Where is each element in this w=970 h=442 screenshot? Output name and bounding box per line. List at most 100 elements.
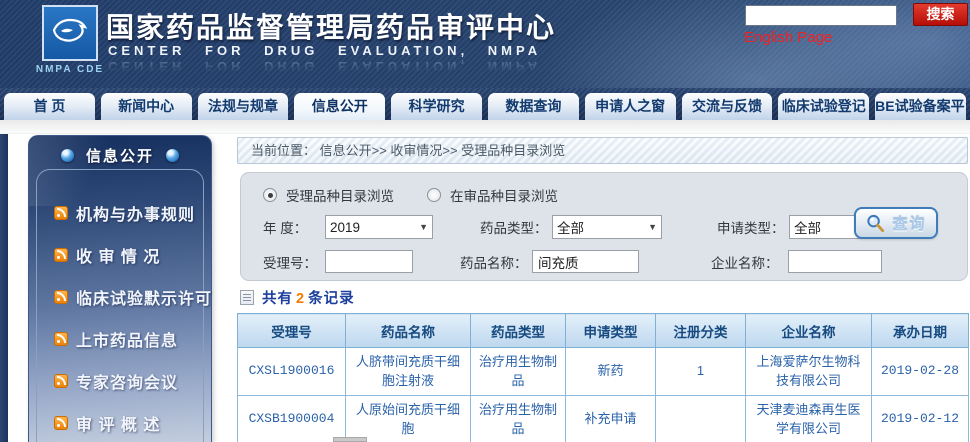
breadcrumb: 当前位置： 信息公开>> 收审情况>> 受理品种目录浏览 <box>237 137 968 164</box>
radio-unselected[interactable] <box>427 188 441 202</box>
nav-tab-item[interactable]: 法规与规章 <box>198 93 289 120</box>
rss-icon <box>54 290 68 304</box>
record-count-line: 共有2条记录 <box>240 287 355 308</box>
sidebar-menu: 机构与办事规则收 审 情 况临床试验默示许可上市药品信息专家咨询会议审 评 概 … <box>36 169 204 442</box>
page: NMPA CDE 国家药品监督管理局药品审评中心 CENTER FOR DRUG… <box>0 0 970 442</box>
radio-label[interactable]: 受理品种目录浏览 <box>286 185 394 205</box>
sidebar-item-label: 收 审 情 况 <box>76 243 160 267</box>
cell-apply-type: 补充申请 <box>566 396 656 442</box>
site-search-button[interactable]: 搜索 <box>913 3 968 26</box>
english-page-link[interactable]: English Page <box>744 29 832 46</box>
rss-icon <box>54 416 68 430</box>
chevron-down-icon: ▼ <box>415 222 428 232</box>
table-header-row: 受理号药品名称药品类型申请类型注册分类企业名称承办日期 <box>238 314 969 348</box>
sidebar-item[interactable]: 审 评 概 述 <box>37 402 203 442</box>
query-button[interactable]: 查询 <box>854 207 938 239</box>
swan-logo-icon <box>51 16 89 46</box>
cell-company: 天津麦迪森再生医学有限公司 <box>746 396 872 442</box>
column-header: 受理号 <box>238 314 346 348</box>
site-search-input[interactable] <box>745 5 897 26</box>
table-row: CXSL1900016人脐带间充质干细胞注射液治疗用生物制品新药1上海爱萨尔生物… <box>238 348 969 396</box>
rss-icon <box>54 374 68 388</box>
sidebar-item-label: 专家咨询会议 <box>76 369 178 393</box>
cell-drug-name: 人脐带间充质干细胞注射液 <box>346 348 471 396</box>
apply-type-label: 申请类型： <box>717 217 789 237</box>
nmpa-cde-logo <box>42 5 98 61</box>
radio-label[interactable]: 在审品种目录浏览 <box>450 185 558 205</box>
drug-type-label: 药品类型： <box>480 217 552 237</box>
orb-icon <box>61 149 74 162</box>
sidebar-item-label: 机构与办事规则 <box>76 201 195 225</box>
nav-tab-item[interactable]: 科学研究 <box>391 93 482 120</box>
cell-accept-no: CXSL1900016 <box>238 348 346 396</box>
cell-drug-name: 人原始间充质干细胞 <box>346 396 471 442</box>
nav-tab-item[interactable]: 临床试验登记 <box>778 93 869 120</box>
column-header: 注册分类 <box>656 314 746 348</box>
site-header: NMPA CDE 国家药品监督管理局药品审评中心 CENTER FOR DRUG… <box>0 0 970 88</box>
radio-selected[interactable] <box>263 188 277 202</box>
accept-no-label: 受理号： <box>263 252 325 272</box>
nav-tab-item[interactable]: 交流与反馈 <box>682 93 773 120</box>
drug-name-input[interactable] <box>532 250 639 273</box>
nav-tab-active[interactable]: 信息公开 <box>294 93 385 120</box>
magnifier-icon <box>865 213 886 234</box>
nav-tab-item[interactable]: 首 页 <box>4 93 95 120</box>
company-input[interactable] <box>788 250 882 273</box>
record-count-text: 共有2条记录 <box>262 287 355 308</box>
site-title-reflection: CENTER FOR DRUG EVALUATION, NMPA <box>108 59 541 74</box>
column-header: 申请类型 <box>566 314 656 348</box>
column-header: 承办日期 <box>872 314 969 348</box>
record-count-number: 2 <box>293 291 308 307</box>
nav-tab-item[interactable]: 新闻中心 <box>101 93 192 120</box>
orb-icon <box>166 149 179 162</box>
drug-type-select[interactable]: 全部▼ <box>552 215 662 239</box>
sidebar-item-label: 上市药品信息 <box>76 327 178 351</box>
cell-accept-no: CXSB1900004 <box>238 396 346 442</box>
cell-reg-class: 1 <box>656 348 746 396</box>
sidebar-item[interactable]: 机构与办事规则 <box>37 192 203 234</box>
cell-drug-type: 治疗用生物制品 <box>471 396 566 442</box>
drug-name-label: 药品名称： <box>460 252 532 272</box>
cell-date: 2019-02-28 <box>872 348 969 396</box>
site-title-chinese: 国家药品监督管理局药品审评中心 <box>106 6 556 46</box>
cell-reg-class <box>656 396 746 442</box>
cell-company: 上海爱萨尔生物科技有限公司 <box>746 348 872 396</box>
sidebar-title-label: 信息公开 <box>86 145 154 166</box>
year-select[interactable]: 2019▼ <box>325 215 433 239</box>
chevron-down-icon: ▼ <box>644 222 657 232</box>
column-header: 药品类型 <box>471 314 566 348</box>
nav-tab-item[interactable]: BE试验备案平台 <box>875 93 966 120</box>
sidebar: 信息公开 机构与办事规则收 审 情 况临床试验默示许可上市药品信息专家咨询会议审… <box>28 135 212 442</box>
nav-tab-item[interactable]: 申请人之窗 <box>585 93 676 120</box>
main-nav: 首 页新闻中心法规与规章信息公开科学研究数据查询申请人之窗交流与反馈临床试验登记… <box>0 88 970 120</box>
sidebar-title: 信息公开 <box>29 145 211 166</box>
nav-tab-item[interactable]: 数据查询 <box>488 93 579 120</box>
left-accent-rail <box>0 134 8 442</box>
year-label: 年 度： <box>263 217 325 237</box>
table-row: CXSB1900004人原始间充质干细胞治疗用生物制品补充申请 天津麦迪森再生医学… <box>238 396 969 442</box>
rss-icon <box>54 332 68 346</box>
radio-row: 受理品种目录浏览 在审品种目录浏览 <box>241 185 967 205</box>
rss-icon <box>54 206 68 220</box>
sidebar-item[interactable]: 收 审 情 况 <box>37 234 203 276</box>
accept-no-input[interactable] <box>325 250 413 273</box>
cell-date: 2019-02-12 <box>872 396 969 442</box>
scrollbar-nub[interactable] <box>333 437 367 442</box>
column-header: 药品名称 <box>346 314 471 348</box>
sidebar-item-label: 审 评 概 述 <box>76 411 160 435</box>
sidebar-item[interactable]: 上市药品信息 <box>37 318 203 360</box>
query-button-label: 查询 <box>892 213 926 234</box>
sidebar-item[interactable]: 临床试验默示许可 <box>37 276 203 318</box>
logo-caption: NMPA CDE <box>30 64 110 75</box>
nav-bottom-strip <box>0 120 970 134</box>
filter-panel: 受理品种目录浏览 在审品种目录浏览 年 度： 2019▼ 药品类型： 全部▼ 申请… <box>240 172 968 281</box>
sidebar-item-label: 临床试验默示许可 <box>76 285 212 309</box>
rss-icon <box>54 248 68 262</box>
input-row: 受理号： 药品名称： 企业名称： <box>241 250 967 273</box>
cell-apply-type: 新药 <box>566 348 656 396</box>
site-title-english: CENTER FOR DRUG EVALUATION, NMPA <box>108 43 541 58</box>
column-header: 企业名称 <box>746 314 872 348</box>
list-icon <box>240 290 254 305</box>
cell-drug-type: 治疗用生物制品 <box>471 348 566 396</box>
sidebar-item[interactable]: 专家咨询会议 <box>37 360 203 402</box>
